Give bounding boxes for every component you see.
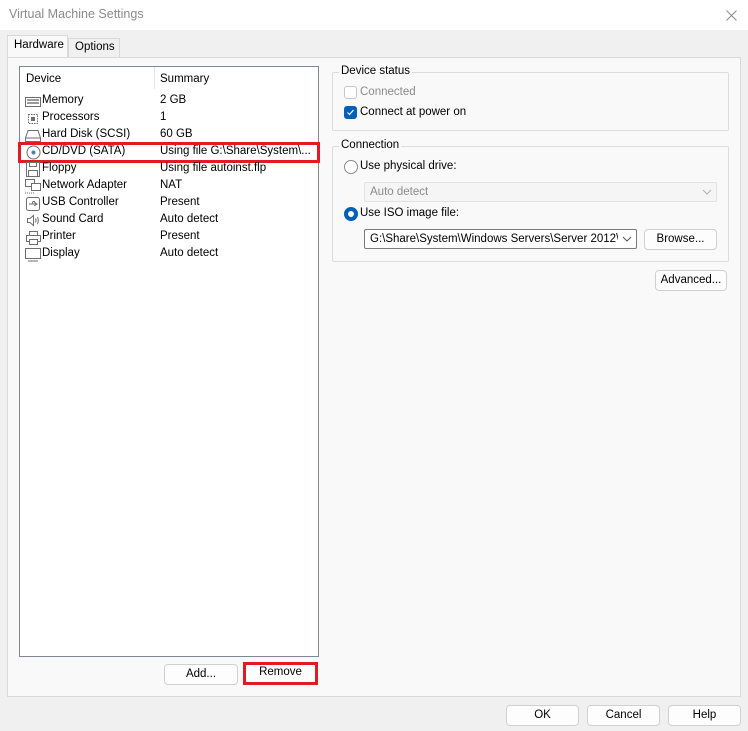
device-summary: 2 GB [160, 94, 187, 106]
network-adapter-icon [25, 179, 41, 194]
device-name: Display [42, 247, 80, 259]
device-summary: 60 GB [160, 128, 193, 140]
help-button[interactable]: Help [668, 705, 741, 726]
device-name: CD/DVD (SATA) [42, 145, 126, 157]
browse-button[interactable]: Browse... [644, 229, 717, 250]
processor-icon [25, 111, 41, 126]
device-row-sound-card[interactable]: Sound Card Auto detect [20, 212, 318, 229]
checkmark-icon [347, 109, 354, 116]
device-name: Network Adapter [42, 179, 128, 191]
list-header: Device Summary [20, 67, 318, 91]
use-iso-image-label: Use ISO image file: [360, 207, 460, 219]
connection-group: Connection Use physical drive: Auto dete… [332, 139, 729, 262]
device-rows: Memory 2 GB Processors 1 Hard Disk (SCSI… [18, 93, 320, 263]
use-iso-image-radio[interactable] [344, 207, 358, 221]
add-button[interactable]: Add... [164, 664, 238, 685]
device-row-network-adapter[interactable]: Network Adapter NAT [20, 178, 318, 195]
device-row-printer[interactable]: Printer Present [20, 229, 318, 246]
physical-drive-select[interactable]: Auto detect [364, 182, 717, 202]
memory-icon [25, 94, 41, 109]
ok-button[interactable]: OK [506, 705, 579, 726]
device-summary: NAT [160, 179, 183, 191]
device-row-display[interactable]: Display Auto detect [20, 246, 318, 263]
device-name: Printer [42, 230, 76, 242]
usb-icon [25, 196, 41, 211]
use-physical-drive-radio[interactable] [344, 160, 358, 174]
connection-title: Connection [339, 139, 402, 151]
connect-at-power-on-checkbox[interactable] [344, 106, 357, 119]
device-row-floppy[interactable]: Floppy Using file autoinst.flp [20, 161, 318, 178]
device-summary: Using file autoinst.flp [160, 162, 267, 174]
column-separator[interactable] [154, 67, 155, 89]
window-title: Virtual Machine Settings [9, 7, 144, 21]
printer-icon [25, 230, 41, 245]
device-summary: Present [160, 196, 200, 208]
chevron-down-icon [622, 236, 632, 242]
hard-disk-icon [25, 128, 41, 143]
sound-card-icon [25, 213, 41, 228]
device-row-hard-disk[interactable]: Hard Disk (SCSI) 60 GB [20, 127, 318, 144]
use-physical-drive-label: Use physical drive: [360, 160, 457, 172]
device-status-title: Device status [339, 65, 413, 77]
device-name: Floppy [42, 162, 77, 174]
device-summary: Auto detect [160, 247, 219, 259]
device-status-group: Device status Connected Connect at power… [332, 65, 729, 131]
device-summary: 1 [160, 111, 167, 123]
physical-drive-value: Auto detect [370, 186, 429, 198]
floppy-icon [25, 162, 41, 177]
title-bar: Virtual Machine Settings [0, 0, 748, 30]
device-name: Memory [42, 94, 84, 106]
iso-path-combo[interactable]: G:\Share\System\Windows Servers\Server 2… [364, 229, 637, 249]
connected-checkbox[interactable] [344, 86, 357, 99]
iso-path-value: G:\Share\System\Windows Servers\Server 2… [370, 233, 618, 245]
device-row-usb-controller[interactable]: USB Controller Present [20, 195, 318, 212]
cd-dvd-icon [25, 145, 41, 160]
device-summary: Present [160, 230, 200, 242]
device-row-memory[interactable]: Memory 2 GB [20, 93, 318, 110]
advanced-button[interactable]: Advanced... [655, 270, 727, 291]
connected-label: Connected [360, 86, 416, 98]
column-header-device[interactable]: Device [26, 73, 61, 85]
remove-button[interactable]: Remove [243, 662, 318, 685]
device-name: USB Controller [42, 196, 119, 208]
device-name: Sound Card [42, 213, 104, 225]
cancel-button[interactable]: Cancel [587, 705, 660, 726]
device-row-processors[interactable]: Processors 1 [20, 110, 318, 127]
column-header-summary[interactable]: Summary [160, 73, 209, 85]
close-icon [725, 9, 737, 21]
device-row-cd-dvd[interactable]: CD/DVD (SATA) Using file G:\Share\System… [18, 142, 320, 163]
connect-at-power-on-label: Connect at power on [360, 106, 467, 118]
device-summary: Using file G:\Share\System\... [160, 145, 311, 157]
chevron-down-icon [702, 189, 712, 195]
device-summary: Auto detect [160, 213, 219, 225]
device-list[interactable]: Device Summary Memory 2 GB Processors 1 … [18, 66, 320, 657]
device-name: Hard Disk (SCSI) [42, 128, 131, 140]
display-icon [25, 247, 41, 262]
tab-hardware[interactable]: Hardware [7, 35, 68, 57]
device-name: Processors [42, 111, 100, 123]
tab-options[interactable]: Options [68, 38, 120, 57]
close-button[interactable] [714, 0, 748, 30]
